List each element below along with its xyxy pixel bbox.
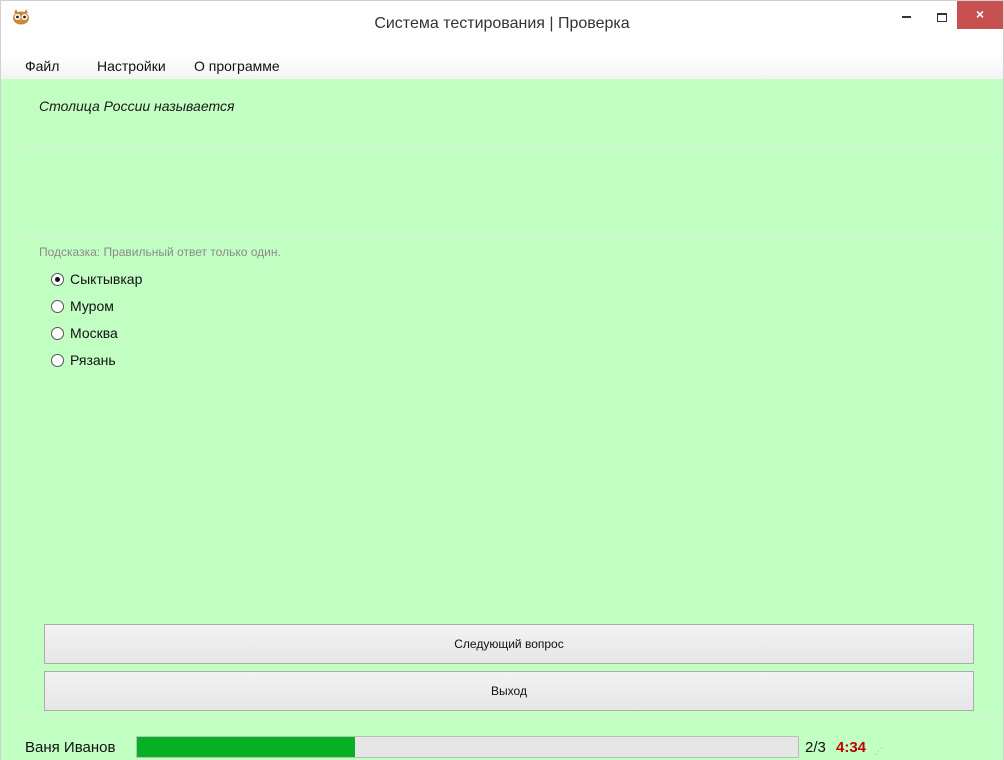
menu-about[interactable]: О программе bbox=[194, 58, 280, 74]
timer: 4:34 bbox=[836, 739, 867, 756]
question-counter: 2/3 bbox=[805, 739, 826, 756]
menu-bar: Файл Настройки О программе bbox=[1, 53, 1003, 79]
radio-button-selected[interactable] bbox=[51, 273, 64, 286]
resize-grip-icon[interactable]: ⋰ bbox=[874, 746, 888, 756]
question-image-area bbox=[21, 148, 1003, 237]
close-button[interactable]: × bbox=[957, 1, 1003, 29]
question-text: Столица России называется bbox=[39, 98, 235, 114]
answer-option[interactable]: Рязань bbox=[51, 350, 251, 377]
close-icon: × bbox=[975, 6, 985, 22]
window-title: Система тестирования | Проверка bbox=[374, 15, 630, 32]
answer-option[interactable]: Сыктывкар bbox=[51, 269, 251, 296]
menu-file[interactable]: Файл bbox=[25, 58, 59, 74]
radio-button[interactable] bbox=[51, 354, 64, 367]
radio-button[interactable] bbox=[51, 327, 64, 340]
divider bbox=[21, 716, 1003, 717]
user-name: Ваня Иванов bbox=[25, 739, 116, 756]
answer-option[interactable]: Москва bbox=[51, 323, 251, 350]
test-panel: Столица России называется Подсказка: Пра… bbox=[1, 79, 1003, 760]
status-bar: Ваня Иванов 2/3 4:34 ⋰ bbox=[1, 734, 1003, 760]
answer-label[interactable]: Москва bbox=[70, 325, 118, 341]
title-bar[interactable]: Система тестирования | Проверка × bbox=[1, 1, 1003, 47]
minimize-icon bbox=[901, 16, 911, 19]
answer-option[interactable]: Муром bbox=[51, 296, 251, 323]
radio-button[interactable] bbox=[51, 300, 64, 313]
maximize-button[interactable] bbox=[927, 1, 957, 31]
answer-label[interactable]: Сыктывкар bbox=[70, 271, 142, 287]
answer-label[interactable]: Муром bbox=[70, 298, 114, 314]
question-panel: Столица России называется bbox=[21, 79, 1003, 147]
progress-bar bbox=[136, 736, 799, 758]
menu-settings[interactable]: Настройки bbox=[97, 58, 166, 74]
next-question-button[interactable]: Следующий вопрос bbox=[44, 624, 974, 664]
hint-text: Подсказка: Правильный ответ только один. bbox=[39, 245, 281, 259]
exit-button[interactable]: Выход bbox=[44, 671, 974, 711]
app-window: Система тестирования | Проверка × Файл Н… bbox=[0, 0, 1004, 760]
progress-fill bbox=[137, 737, 356, 757]
answer-label[interactable]: Рязань bbox=[70, 352, 116, 368]
minimize-button[interactable] bbox=[885, 1, 927, 31]
answer-list: Сыктывкар Муром Москва Рязань bbox=[51, 269, 251, 377]
maximize-icon bbox=[937, 12, 947, 22]
